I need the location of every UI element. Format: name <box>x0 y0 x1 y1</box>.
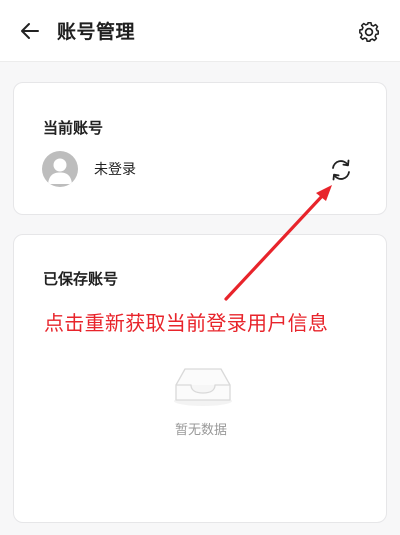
current-account-card: 当前账号 未登录 <box>13 82 387 215</box>
account-name: 未登录 <box>94 162 136 178</box>
refresh-icon <box>332 159 350 181</box>
back-button[interactable] <box>14 17 46 45</box>
saved-accounts-heading: 已保存账号 <box>43 270 119 288</box>
gear-icon <box>359 21 380 42</box>
empty-state-text: 暂无数据 <box>174 423 227 438</box>
user-avatar-icon <box>42 151 78 187</box>
settings-button[interactable] <box>354 17 384 47</box>
annotation-text: 点击重新获取当前登录用户信息 <box>44 311 329 335</box>
page-title: 账号管理 <box>57 21 136 43</box>
empty-inbox-icon <box>174 368 232 406</box>
arrow-left-icon <box>21 23 39 39</box>
refresh-button[interactable] <box>327 157 355 183</box>
current-account-heading: 当前账号 <box>43 119 104 137</box>
top-bar: 账号管理 <box>0 0 400 62</box>
account-management-screen: 账号管理 当前账号 未登录 已保存账号 暂无数据 点击重新获取当前登录用户信息 <box>0 0 400 535</box>
saved-accounts-card: 已保存账号 暂无数据 <box>13 234 387 523</box>
